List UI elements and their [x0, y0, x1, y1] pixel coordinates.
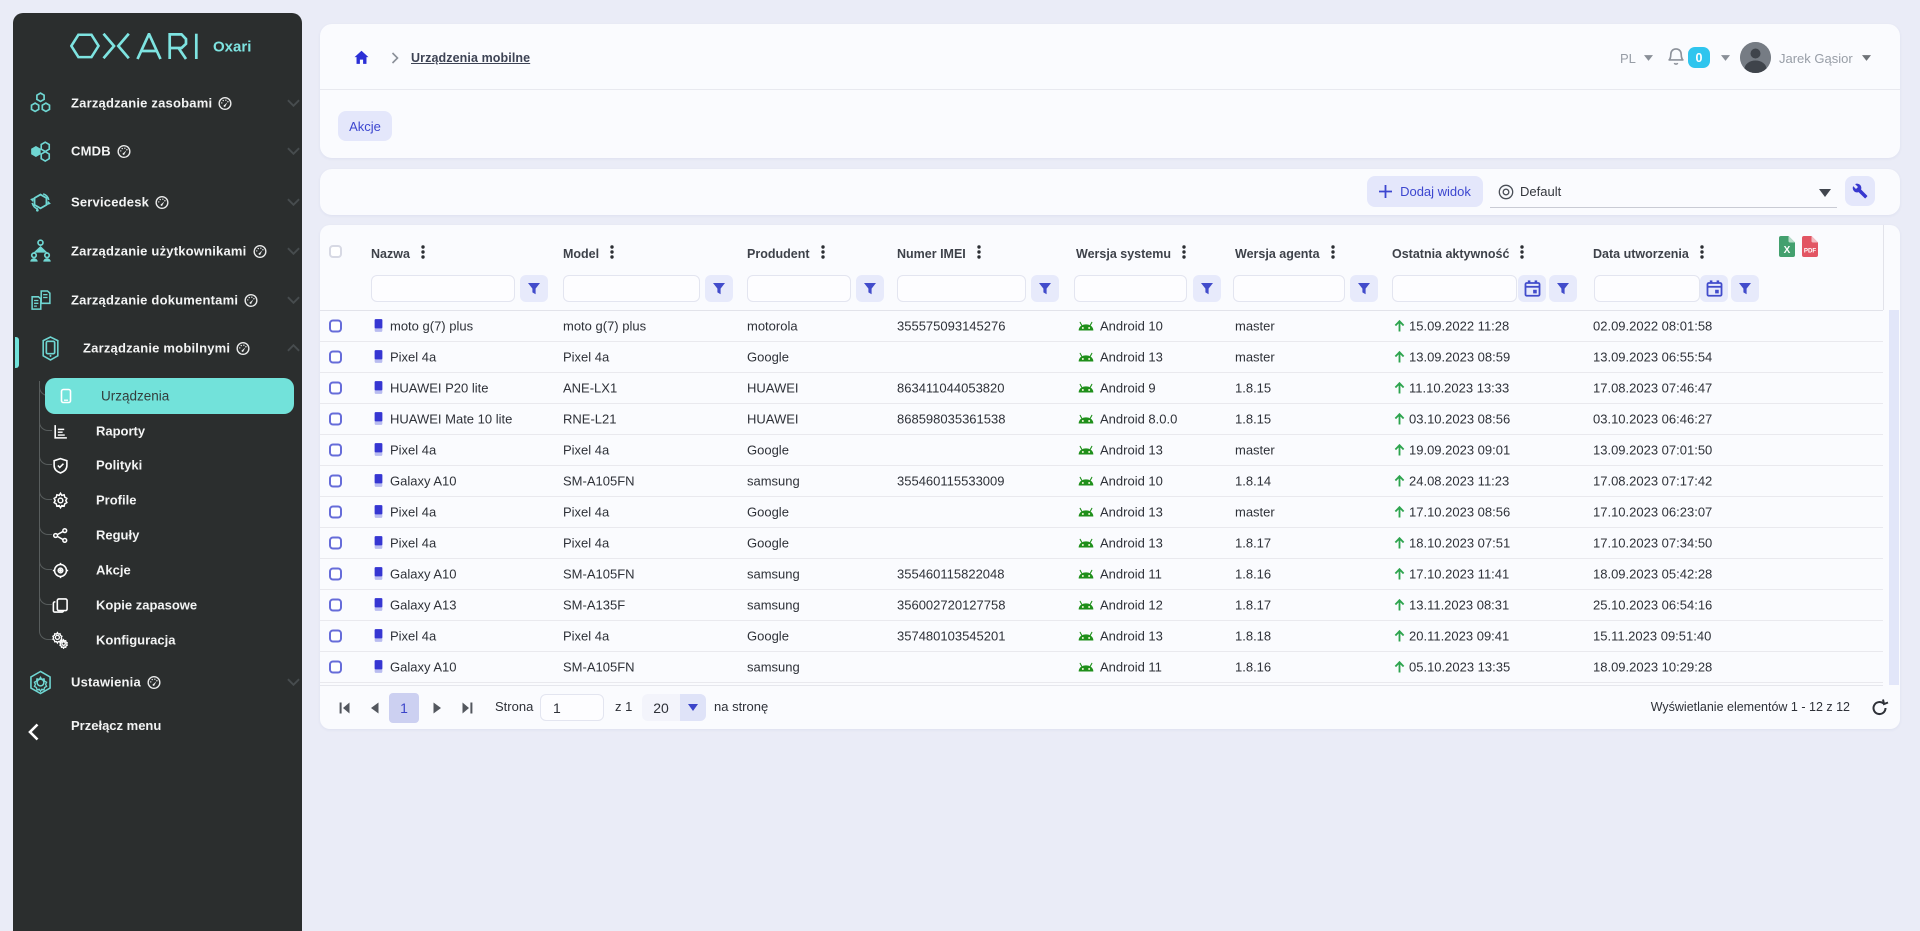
svg-text:Oxari: Oxari	[213, 39, 251, 56]
svg-text:X: X	[1784, 245, 1791, 256]
svg-text:PDF: PDF	[1804, 248, 1817, 255]
